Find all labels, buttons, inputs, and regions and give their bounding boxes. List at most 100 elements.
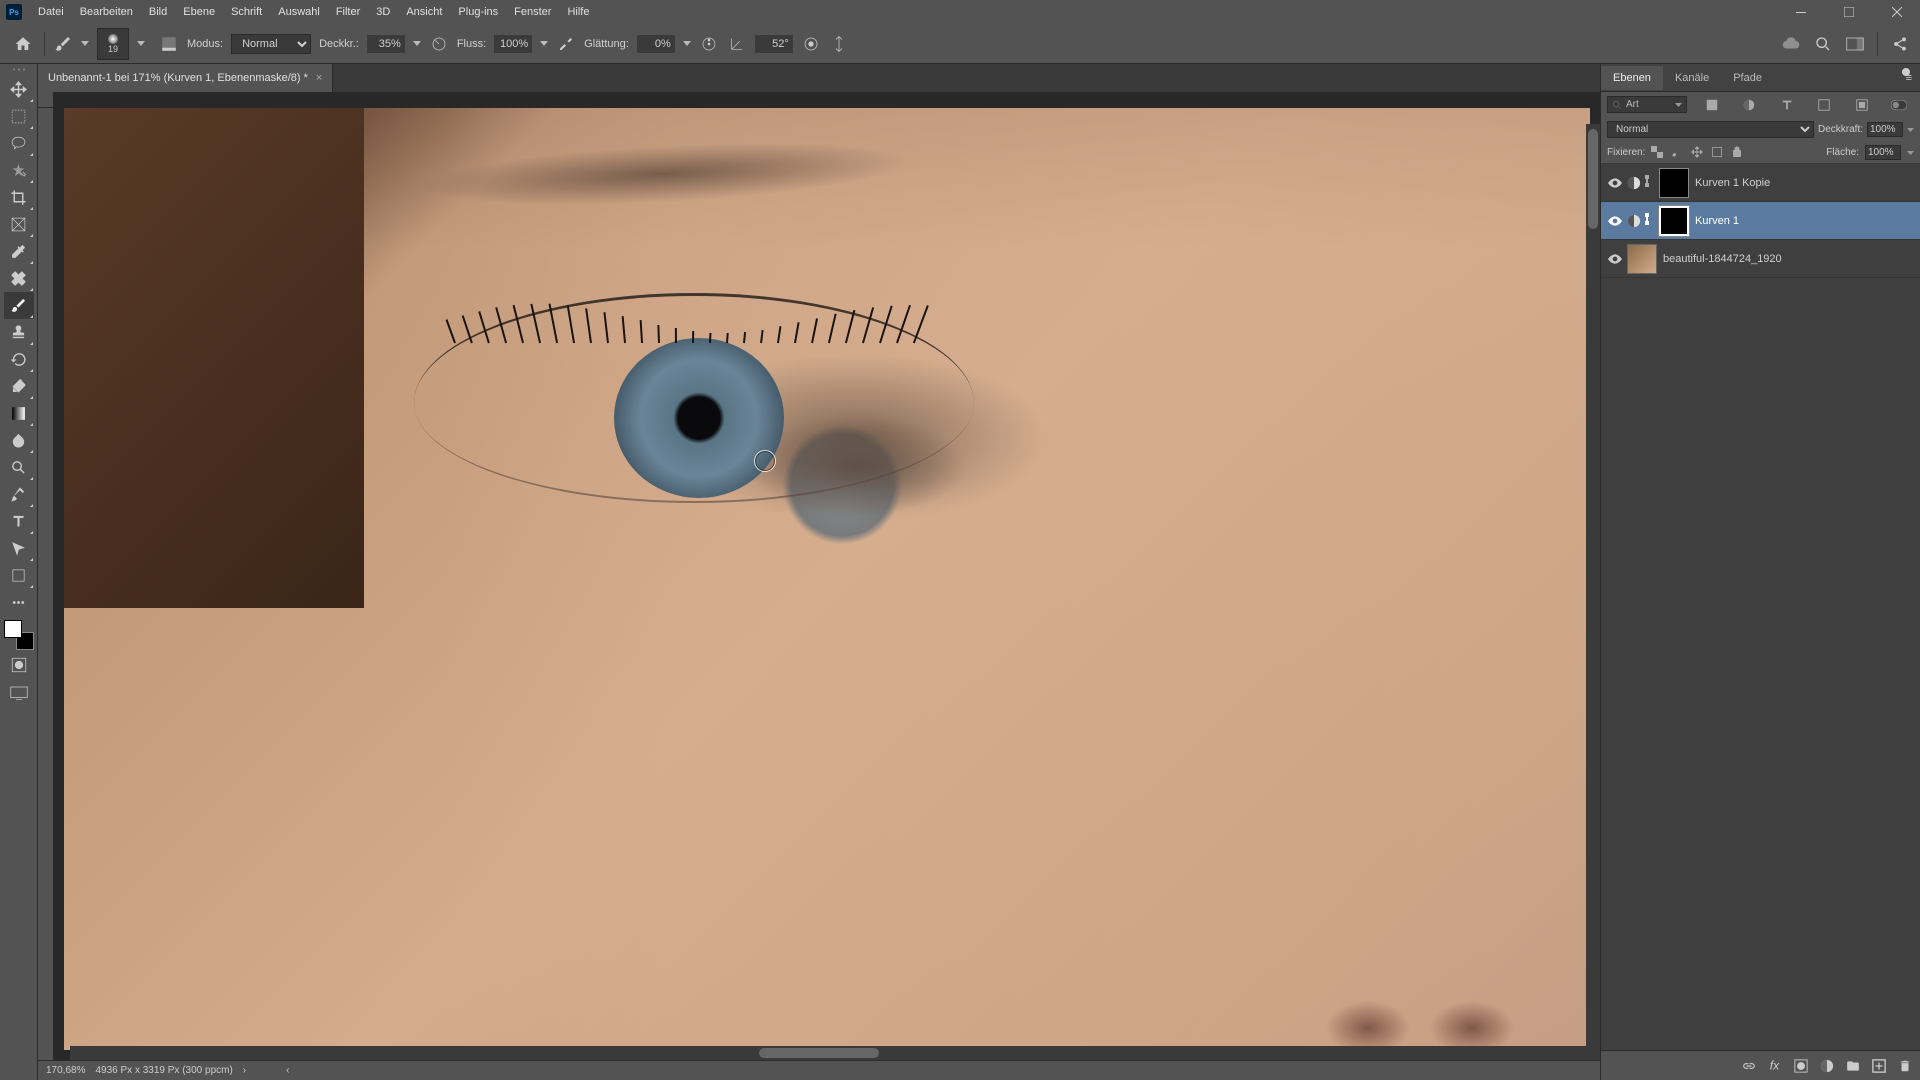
- symmetry-icon[interactable]: [829, 34, 849, 54]
- menu-fenster[interactable]: Fenster: [506, 2, 559, 22]
- horizontal-scrollbar[interactable]: [70, 1046, 1600, 1060]
- lock-pixels-icon[interactable]: [1671, 146, 1685, 160]
- selection-tool[interactable]: [4, 157, 34, 184]
- smoothing-dropdown[interactable]: [683, 41, 691, 46]
- blend-mode-select[interactable]: Normal: [231, 34, 311, 54]
- pressure-opacity-icon[interactable]: [429, 34, 449, 54]
- brush-panel-toggle[interactable]: [159, 34, 179, 54]
- layer-row[interactable]: Kurven 1: [1601, 202, 1920, 240]
- menu-auswahl[interactable]: Auswahl: [270, 2, 328, 22]
- tab-pfade[interactable]: Pfade: [1721, 66, 1774, 90]
- share-icon[interactable]: [1890, 34, 1910, 54]
- new-layer-icon[interactable]: [1870, 1057, 1888, 1075]
- home-icon[interactable]: [10, 31, 36, 57]
- lasso-tool[interactable]: [4, 130, 34, 157]
- frame-tool[interactable]: [4, 211, 34, 238]
- menu-filter[interactable]: Filter: [328, 2, 368, 22]
- opacity-dropdown[interactable]: [413, 41, 421, 46]
- quick-mask-toggle[interactable]: [4, 652, 34, 678]
- menu-bild[interactable]: Bild: [141, 2, 175, 22]
- brush-tool-indicator[interactable]: [53, 34, 73, 54]
- minimize-button[interactable]: [1778, 0, 1824, 24]
- menu-schrift[interactable]: Schrift: [223, 2, 270, 22]
- opacity-input[interactable]: [367, 35, 405, 53]
- tab-kanaele[interactable]: Kanäle: [1663, 66, 1721, 90]
- shape-tool[interactable]: [4, 562, 34, 589]
- layer-filter-type[interactable]: Art: [1607, 96, 1687, 113]
- layer-mask-thumb[interactable]: [1659, 206, 1689, 236]
- visibility-toggle[interactable]: [1605, 254, 1625, 264]
- menu-ansicht[interactable]: Ansicht: [398, 2, 450, 22]
- document-dimensions[interactable]: 4936 Px x 3319 Px (300 ppcm): [95, 1065, 232, 1076]
- layer-thumbnail[interactable]: [1627, 244, 1657, 274]
- brush-tool[interactable]: [4, 292, 34, 319]
- layer-mask-thumb[interactable]: [1659, 168, 1689, 198]
- close-button[interactable]: [1874, 0, 1920, 24]
- menu-bearbeiten[interactable]: Bearbeiten: [72, 2, 141, 22]
- new-adjustment-icon[interactable]: [1818, 1057, 1836, 1075]
- move-tool[interactable]: [4, 76, 34, 103]
- gradient-tool[interactable]: [4, 400, 34, 427]
- layer-style-icon[interactable]: fx: [1766, 1057, 1784, 1075]
- pen-tool[interactable]: [4, 481, 34, 508]
- lock-transparency-icon[interactable]: [1651, 146, 1665, 160]
- layer-name[interactable]: beautiful-1844724_1920: [1663, 253, 1782, 265]
- layer-blend-mode[interactable]: Normal: [1607, 121, 1814, 138]
- dodge-tool[interactable]: [4, 454, 34, 481]
- healing-tool[interactable]: [4, 265, 34, 292]
- layer-opacity-input[interactable]: [1867, 122, 1903, 137]
- ruler-origin[interactable]: [38, 92, 54, 108]
- vertical-ruler[interactable]: [38, 108, 54, 1060]
- brush-preset-picker[interactable]: 19: [97, 28, 129, 60]
- menu-hilfe[interactable]: Hilfe: [559, 2, 597, 22]
- menu-plugins[interactable]: Plug-ins: [450, 2, 506, 22]
- angle-input[interactable]: [755, 35, 793, 53]
- smoothing-input[interactable]: [637, 35, 675, 53]
- lock-artboard-icon[interactable]: [1711, 146, 1725, 160]
- add-mask-icon[interactable]: [1792, 1057, 1810, 1075]
- layer-fill-input[interactable]: [1865, 145, 1901, 160]
- adjustment-icon[interactable]: [1625, 176, 1643, 190]
- eyedropper-tool[interactable]: [4, 238, 34, 265]
- color-swatches[interactable]: [4, 620, 34, 650]
- layer-row[interactable]: Kurven 1 Kopie: [1601, 164, 1920, 202]
- status-arrow-right[interactable]: ›: [243, 1065, 246, 1076]
- visibility-toggle[interactable]: [1605, 216, 1625, 226]
- menu-3d[interactable]: 3D: [368, 2, 398, 22]
- smoothing-options-icon[interactable]: [699, 34, 719, 54]
- new-group-icon[interactable]: [1844, 1057, 1862, 1075]
- type-tool[interactable]: [4, 508, 34, 535]
- filter-toggle[interactable]: [1891, 97, 1907, 113]
- brush-dropdown-icon[interactable]: [137, 41, 151, 46]
- pressure-size-icon[interactable]: [801, 34, 821, 54]
- crop-tool[interactable]: [4, 184, 34, 211]
- path-selection-tool[interactable]: [4, 535, 34, 562]
- filter-shape-icon[interactable]: [1816, 97, 1832, 113]
- link-layers-icon[interactable]: [1740, 1057, 1758, 1075]
- document-tab[interactable]: Unbenannt-1 bei 171% (Kurven 1, Ebenenma…: [38, 64, 333, 92]
- more-tools[interactable]: [4, 589, 34, 616]
- filter-smartobject-icon[interactable]: [1854, 97, 1870, 113]
- fill-stepper[interactable]: [1907, 151, 1914, 155]
- search-icon[interactable]: [1813, 34, 1833, 54]
- filter-pixel-icon[interactable]: [1704, 97, 1720, 113]
- vertical-scrollbar[interactable]: [1586, 124, 1600, 1046]
- lock-all-icon[interactable]: [1731, 146, 1745, 160]
- history-brush-tool[interactable]: [4, 346, 34, 373]
- menu-datei[interactable]: Datei: [30, 2, 72, 22]
- maximize-button[interactable]: [1826, 0, 1872, 24]
- menu-ebene[interactable]: Ebene: [175, 2, 223, 22]
- delete-layer-icon[interactable]: [1896, 1057, 1914, 1075]
- lock-position-icon[interactable]: [1691, 146, 1705, 160]
- toolbar-grip[interactable]: [9, 68, 29, 76]
- marquee-tool[interactable]: [4, 103, 34, 130]
- tool-preset-dropdown[interactable]: [81, 41, 89, 46]
- layer-row[interactable]: beautiful-1844724_1920: [1601, 240, 1920, 278]
- airbrush-icon[interactable]: [556, 34, 576, 54]
- foreground-color[interactable]: [4, 620, 22, 638]
- zoom-level[interactable]: 170,68%: [46, 1065, 85, 1076]
- eraser-tool[interactable]: [4, 373, 34, 400]
- canvas[interactable]: [54, 108, 1600, 1060]
- tab-ebenen[interactable]: Ebenen: [1601, 66, 1663, 90]
- filter-adjustment-icon[interactable]: [1741, 97, 1757, 113]
